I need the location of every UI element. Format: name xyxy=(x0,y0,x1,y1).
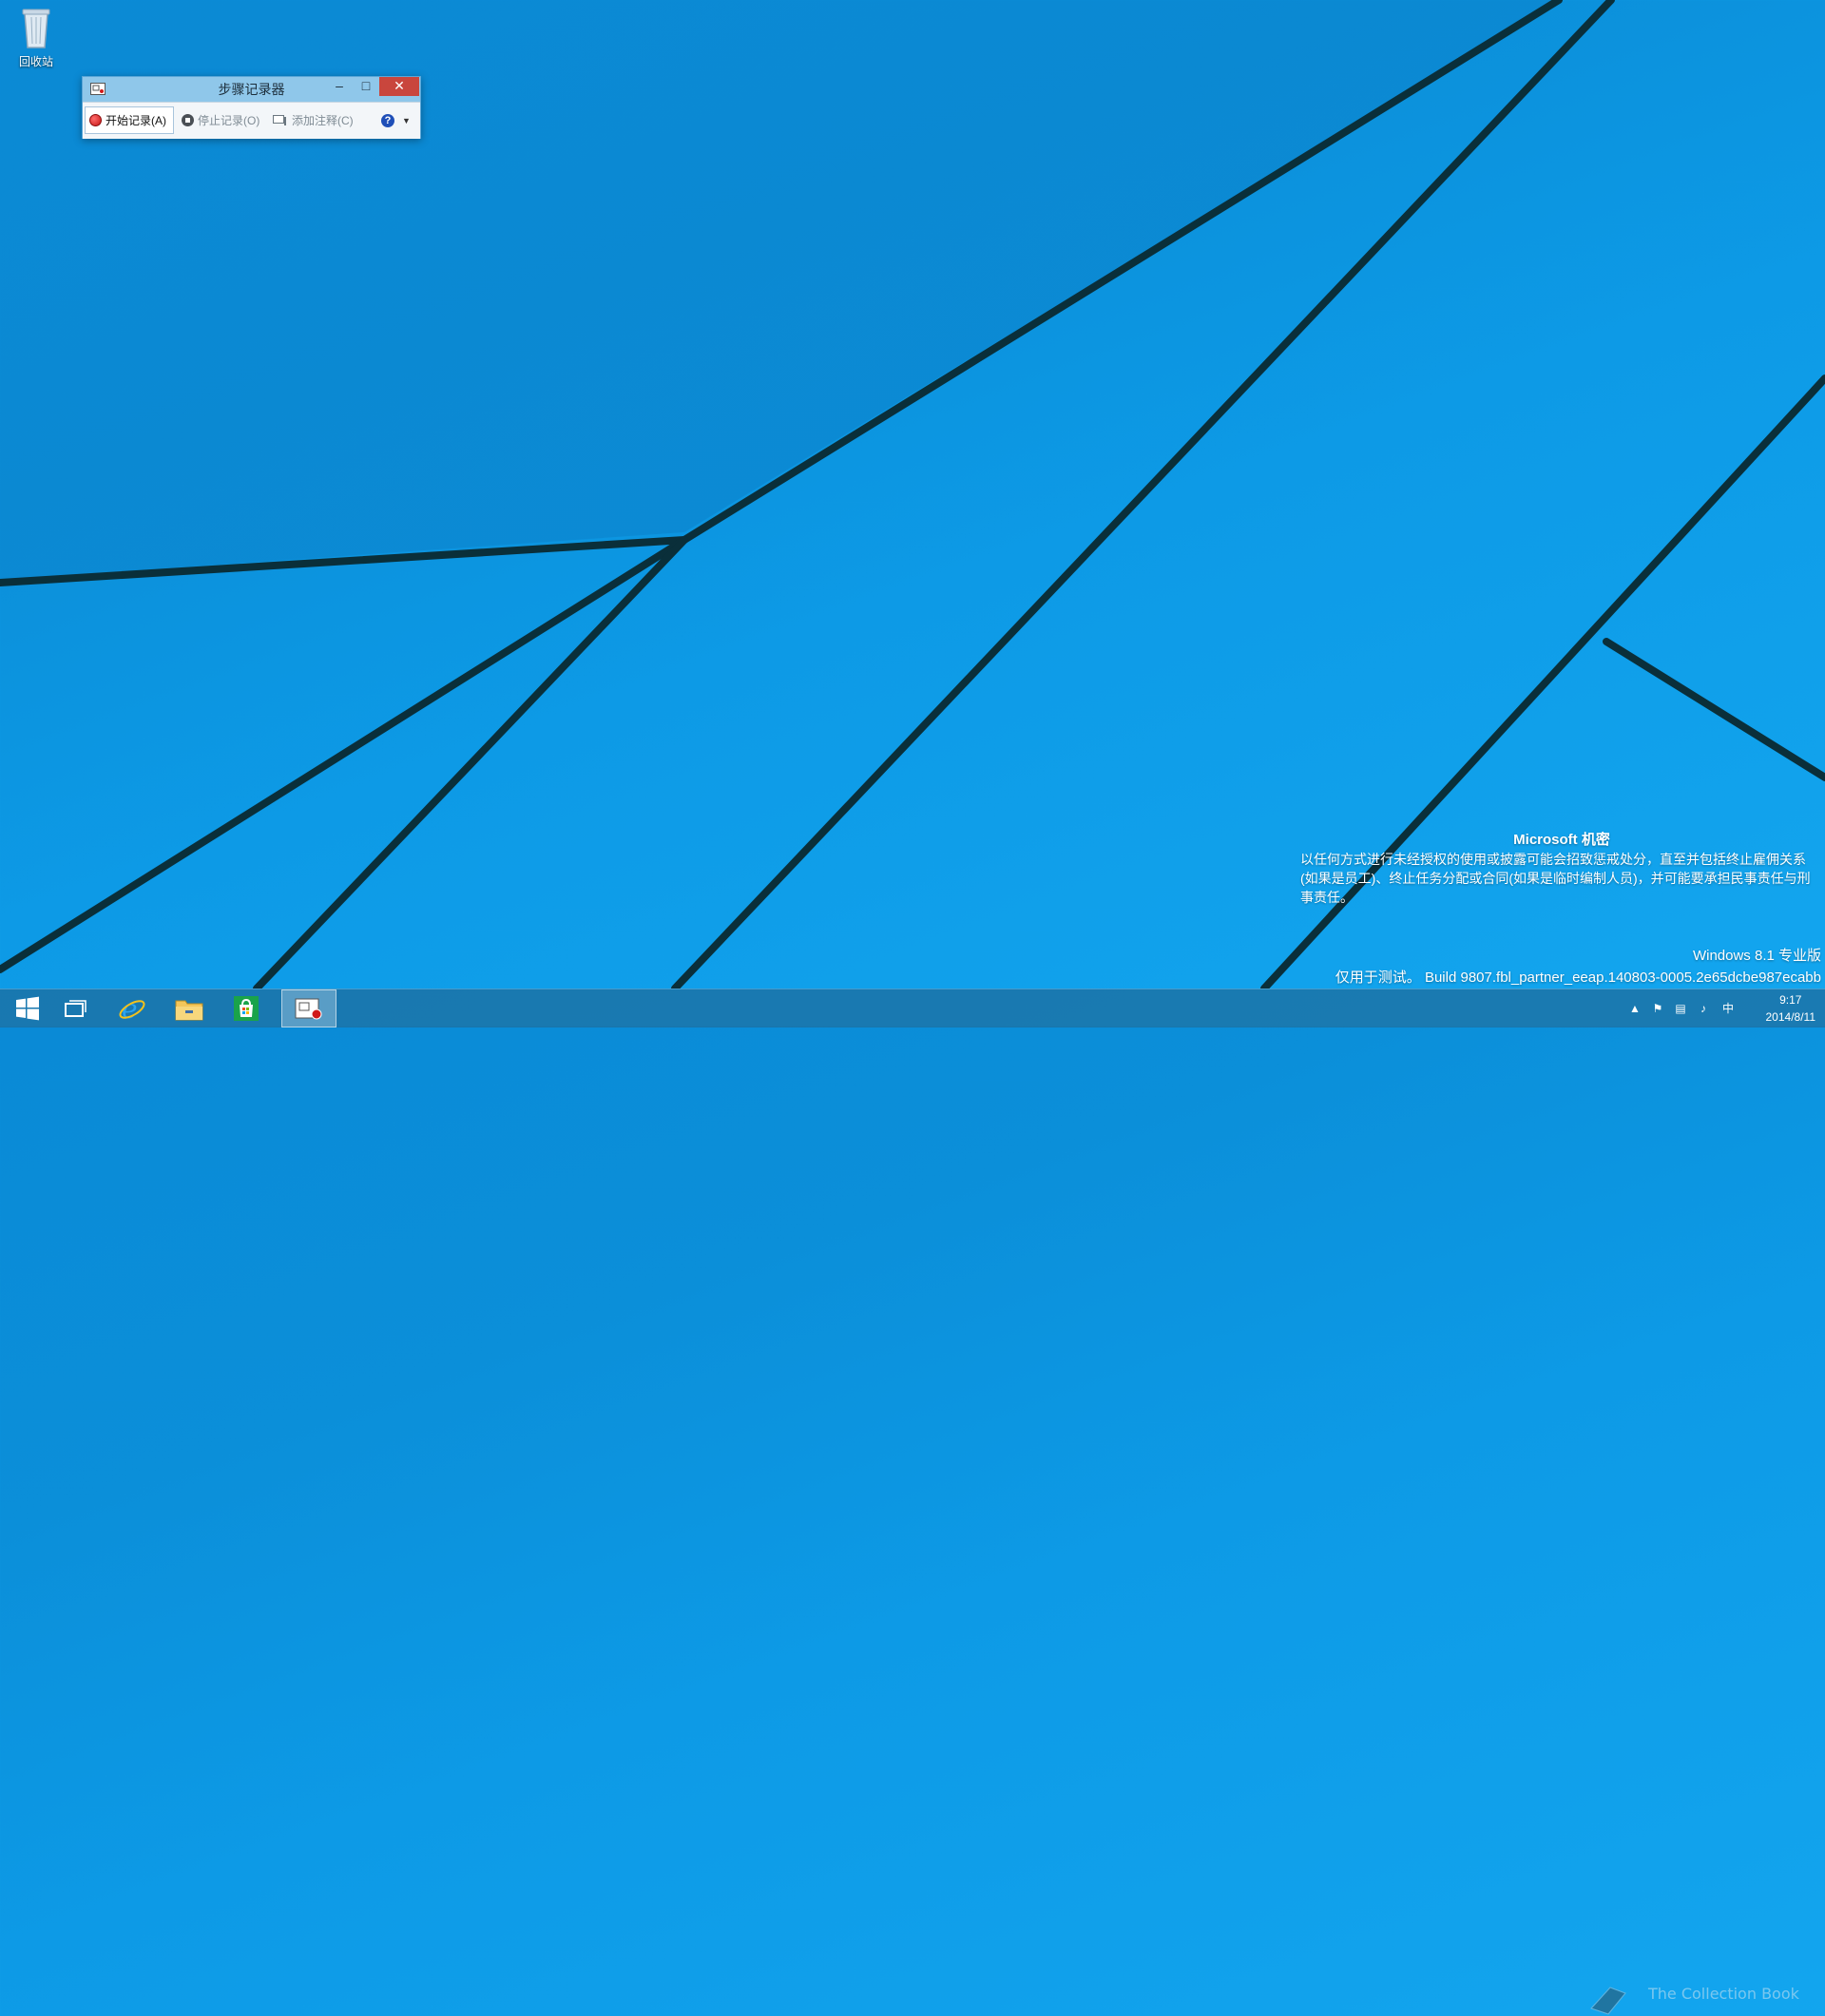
file-explorer-icon xyxy=(175,1000,203,1021)
start-recording-label: 开始记录(A) xyxy=(106,114,166,127)
recycle-bin[interactable]: 回收站 xyxy=(11,4,61,69)
start-recording-button[interactable]: 开始记录(A) xyxy=(85,106,174,134)
clock-date: 2014/8/11 xyxy=(1765,1010,1816,1024)
show-hidden-icons-chevron-icon[interactable]: ▲ xyxy=(1627,1001,1642,1016)
stop-recording-label: 停止记录(O) xyxy=(198,114,260,127)
clock-time: 9:17 xyxy=(1779,993,1802,1007)
help-dropdown-button[interactable]: ? ▼ xyxy=(377,106,415,134)
task-view-button[interactable] xyxy=(48,989,103,1027)
windows-edition: Windows 8.1 专业版 xyxy=(1692,948,1821,964)
record-icon xyxy=(89,114,102,126)
build-string: 仅用于测试。 Build 9807.fbl_partner_eeap.14080… xyxy=(1335,970,1821,986)
chevron-down-icon: ▼ xyxy=(402,115,411,125)
taskbar-store[interactable] xyxy=(219,989,274,1027)
steps-recorder-app-icon[interactable] xyxy=(90,83,106,95)
recycle-bin-label: 回收站 xyxy=(18,55,53,68)
windows-start-icon xyxy=(16,996,39,1021)
build-watermark: Windows 8.1 专业版 仅用于测试。 Build 9807.fbl_pa… xyxy=(1335,945,1821,989)
close-button[interactable]: ✕ xyxy=(379,77,419,96)
add-comment-button[interactable]: 添加注释(C) xyxy=(269,106,364,134)
book-logo-watermark: The Collection Book xyxy=(1590,1985,1800,2015)
recycle-bin-icon xyxy=(15,4,57,51)
help-icon: ? xyxy=(381,113,394,127)
taskbar: e The Collection Book ▲ ⚑ ▤ ♪ 中 9:17 201… xyxy=(0,989,1825,2015)
confidential-body: 以任何方式进行未经授权的使用或披露可能会招致惩戒处分，直至并包括终止雇佣关系(如… xyxy=(1300,852,1811,905)
action-center-flag-icon[interactable]: ⚑ xyxy=(1650,1001,1665,1016)
maximize-button[interactable]: □ xyxy=(353,77,379,96)
window-titlebar[interactable]: 步骤记录器 – □ ✕ xyxy=(83,77,420,102)
desktop[interactable]: 回收站 步骤记录器 – □ ✕ 开始记录(A) 停止记录(O) 添加注释(C) … xyxy=(0,0,1825,989)
minimize-button[interactable]: – xyxy=(326,77,353,96)
system-tray: ▲ ⚑ ▤ ♪ 中 9:17 2014/8/11 xyxy=(1578,989,1825,1027)
confidential-heading: Microsoft 机密 xyxy=(1513,832,1610,848)
internet-explorer-icon: e xyxy=(119,993,145,1024)
network-icon[interactable]: ▤ xyxy=(1673,1001,1688,1016)
comment-icon xyxy=(273,114,286,125)
svg-text:The Collection Book: The Collection Book xyxy=(1647,1985,1800,2003)
taskbar-file-explorer[interactable] xyxy=(162,989,217,1027)
ime-indicator[interactable]: 中 xyxy=(1720,1001,1736,1016)
taskbar-steps-recorder[interactable] xyxy=(281,989,336,1027)
taskbar-internet-explorer[interactable]: e xyxy=(105,989,160,1027)
steps-recorder-window[interactable]: 步骤记录器 – □ ✕ 开始记录(A) 停止记录(O) 添加注释(C) ? ▼ xyxy=(82,76,421,139)
task-view-icon xyxy=(65,1000,86,1017)
recorder-toolbar: 开始记录(A) 停止记录(O) 添加注释(C) ? ▼ xyxy=(83,102,420,139)
add-comment-label: 添加注释(C) xyxy=(292,114,354,127)
store-icon xyxy=(234,996,259,1021)
stop-recording-button[interactable]: 停止记录(O) xyxy=(178,106,265,134)
confidential-notice: Microsoft 机密 以任何方式进行未经授权的使用或披露可能会招致惩戒处分，… xyxy=(1300,831,1823,907)
volume-icon[interactable]: ♪ xyxy=(1696,1001,1711,1016)
clock[interactable]: 9:17 2014/8/11 xyxy=(1766,991,1816,1026)
stop-icon xyxy=(182,114,194,126)
steps-recorder-icon xyxy=(295,998,322,1020)
